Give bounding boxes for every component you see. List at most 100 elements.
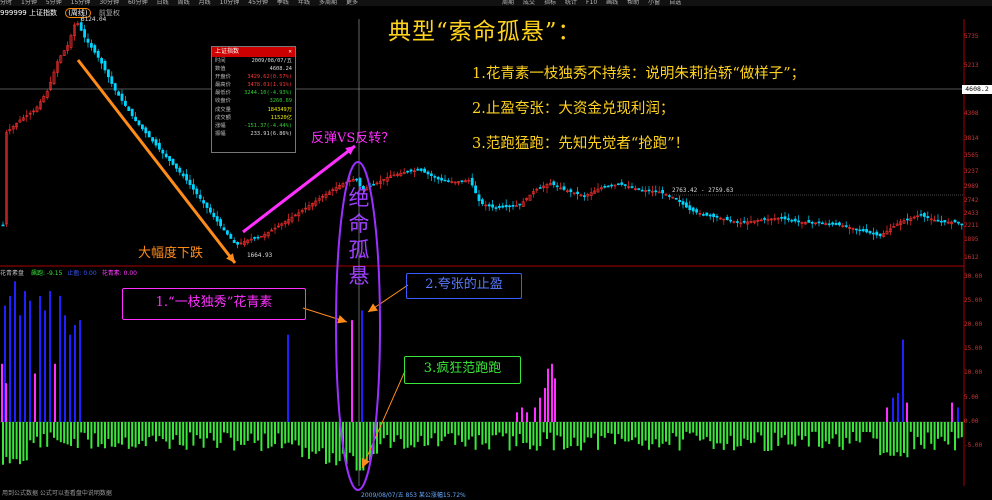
falling-bar xyxy=(522,422,525,444)
falling-bar xyxy=(206,422,208,439)
candle-body xyxy=(508,205,512,208)
candle-body xyxy=(817,221,821,224)
profit-bar xyxy=(897,392,899,422)
falling-bar xyxy=(59,422,62,443)
falling-bar xyxy=(165,422,168,442)
falling-bar xyxy=(678,422,681,451)
falling-bar xyxy=(811,422,814,432)
price-tick: 3565 xyxy=(964,152,979,159)
falling-bar xyxy=(117,422,120,444)
falling-bar xyxy=(450,422,453,434)
anthocyanin-bar xyxy=(551,363,553,422)
info-row: 时间 2009/08/07/五 xyxy=(212,57,295,65)
falling-bar xyxy=(461,422,463,442)
falling-bar xyxy=(257,422,259,441)
candle-body xyxy=(667,195,671,197)
candle-body xyxy=(878,233,882,237)
falling-bar xyxy=(301,422,304,458)
falling-bar xyxy=(348,422,351,453)
legend-item: 花青素: 0.00 xyxy=(101,270,137,277)
peak-label: 6124.04 xyxy=(81,16,107,23)
falling-bar xyxy=(223,422,225,433)
candle-body xyxy=(419,168,423,171)
close-icon[interactable]: ✕ xyxy=(288,47,292,57)
falling-bar xyxy=(325,422,327,464)
candle-body xyxy=(786,218,790,220)
candle-body xyxy=(429,173,433,176)
falling-bar xyxy=(569,422,572,447)
callout-box-3: 3.疯狂范跑跑 xyxy=(404,356,521,384)
candle-body xyxy=(504,204,508,208)
falling-bar xyxy=(70,422,72,446)
falling-bar xyxy=(114,422,117,447)
falling-bar xyxy=(559,422,562,437)
candle-body xyxy=(124,100,127,106)
profit-bar xyxy=(69,334,71,422)
falling-bar xyxy=(879,422,882,456)
falling-bar xyxy=(495,422,497,436)
info-panel-title: 上证指数 xyxy=(215,48,240,55)
falling-bar xyxy=(525,422,528,443)
falling-bar xyxy=(331,422,334,454)
info-panel-header[interactable]: 上证指数 ✕ xyxy=(212,47,295,57)
candle-body xyxy=(474,185,478,194)
falling-bar xyxy=(403,422,406,449)
falling-bar xyxy=(750,422,752,444)
falling-bar xyxy=(631,422,633,441)
candle-body xyxy=(708,214,712,217)
candle-body xyxy=(725,216,729,221)
price-tick: 2742 xyxy=(964,197,979,204)
falling-bar xyxy=(444,422,446,437)
falling-bar xyxy=(182,422,185,446)
info-panel[interactable]: 上证指数 ✕ 时间 2009/08/07/五 数值 4608.24 开盘价 3429.62… xyxy=(211,46,296,153)
falling-bar xyxy=(770,422,773,451)
falling-bar xyxy=(433,422,436,434)
falling-bar xyxy=(189,422,191,433)
falling-bar xyxy=(199,422,202,439)
falling-bar xyxy=(233,422,236,451)
anthocyanin-bar xyxy=(906,402,908,422)
info-value: 3244.10(-4.93%) xyxy=(244,90,292,97)
candle-body xyxy=(147,131,151,138)
candle-body xyxy=(215,216,219,222)
candle-body xyxy=(691,207,695,212)
falling-bar xyxy=(855,422,858,441)
falling-bar xyxy=(280,422,283,449)
candle-body xyxy=(538,187,542,189)
indicator-name[interactable]: 花青素盘 xyxy=(0,270,24,277)
candle-body xyxy=(674,198,678,200)
falling-bar xyxy=(644,422,647,441)
falling-bar xyxy=(722,422,725,450)
candle-body xyxy=(185,174,189,181)
falling-bar xyxy=(491,422,494,436)
candle-body xyxy=(606,185,610,188)
anthocyanin-bar xyxy=(526,412,528,422)
falling-bar xyxy=(209,422,212,433)
legend-item: 飙跑: -9.15 xyxy=(30,270,63,277)
falling-bar xyxy=(848,422,851,444)
candle-body xyxy=(168,156,172,162)
falling-bar xyxy=(671,422,674,434)
candle-body xyxy=(192,184,195,190)
box3-pointer-shaft xyxy=(361,370,406,469)
status-date: 2009/08/07/五 853 某公涨幅15.72% xyxy=(361,492,466,499)
price-tick: 3814 xyxy=(964,135,979,142)
price-tick: 2211 xyxy=(964,222,979,229)
falling-bar xyxy=(549,422,552,433)
falling-bar xyxy=(869,422,871,433)
candle-body xyxy=(113,83,117,91)
candle-body xyxy=(793,218,797,222)
info-key: 涨幅 xyxy=(215,122,226,129)
falling-bar xyxy=(263,422,266,434)
falling-bar xyxy=(246,422,249,441)
candle-body xyxy=(232,240,236,244)
candle-body xyxy=(491,204,495,208)
falling-bar xyxy=(202,422,205,448)
falling-bar xyxy=(172,422,174,440)
falling-bar xyxy=(597,422,599,450)
falling-bar xyxy=(777,422,780,446)
candle-body xyxy=(205,202,209,208)
candle-body xyxy=(827,223,831,226)
info-value: 11520亿 xyxy=(270,114,292,121)
profit-bar xyxy=(361,310,363,422)
